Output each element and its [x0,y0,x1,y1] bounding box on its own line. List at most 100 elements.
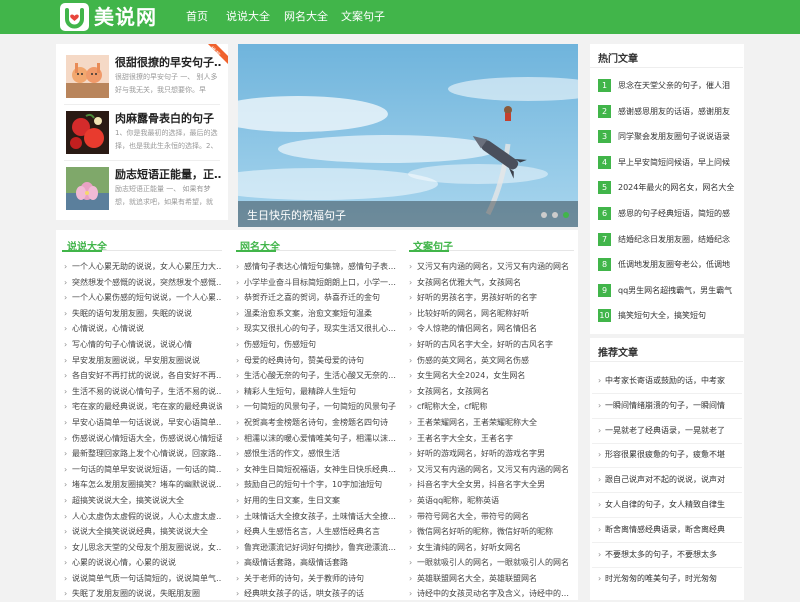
list-item[interactable]: › 抖音名字大全女男，抖音名字大全男 [409,477,574,493]
hot-item[interactable]: 6 感恩的句子经典短语，简短的感 [598,206,740,222]
list-item[interactable]: › 宅在家的最经典说说，宅在家的最经典说说 [64,399,222,415]
list-item[interactable]: › 温柔治愈系文案，治愈文案短句温柔 [236,306,396,322]
list-item[interactable]: › 失眠的语句发朋友圈，失眠的说说 [64,306,222,322]
list-item[interactable]: › 伤感说说心情短语大全，伤感说说心情短语 [64,431,222,447]
hot-item[interactable]: 10 搞笑短句大全，搞笑短句 [598,308,740,324]
list-item[interactable]: › 土味情话大全撩女孩子，土味情话大全撩… [236,509,396,525]
hot-item[interactable]: 9 qq男生网名超拽霸气，男生霸气 [598,283,740,299]
list-item[interactable]: › 精彩人生短句，最精辟人生短句 [236,384,396,400]
list-item[interactable]: › 一眼就吸引人的网名，一眼就吸引人的网名 [409,555,574,571]
nav-home[interactable]: 首页 [186,0,208,34]
recommend-item[interactable]: › 形容很累很疲惫的句子，疲惫不堪 [598,448,740,462]
recommend-item[interactable]: › 断舍离情感经典语录，断舍离经典 [598,523,740,537]
list-item[interactable]: › 又污又有内涵的网名，又污又有内涵的网名 [409,259,574,275]
recommend-item[interactable]: › 不要想太多的句子，不要想太多 [598,548,740,562]
list-item[interactable]: › 鲁宾逊漂流记好词好句摘抄，鲁宾逊漂流… [236,540,396,556]
list-item[interactable]: › 好听的古风名字大全，好听的古风名字 [409,337,574,353]
list-item-text: 早安发朋友圈说说，早安朋友圈说说 [72,355,200,365]
list-item[interactable]: › 祝贺高考金榜题名诗句，金榜题名四句诗 [236,415,396,431]
list-item[interactable]: › 女生清纯的网名，好听女网名 [409,540,574,556]
recommend-item[interactable]: › 一晃就老了经典语录，一晃就老了 [598,424,740,438]
bullet-icon: › [409,558,413,568]
featured-title: 很甜很撩的早安句子… [115,56,221,69]
list-item[interactable]: › 王者名字大全女，王者名字 [409,431,574,447]
list-item[interactable]: › 女孩网名优雅大气，女孩网名 [409,275,574,291]
list-item[interactable]: › 女儿思念天堂的父母友个朋友圈说说，女… [64,540,222,556]
list-item[interactable]: › cf昵称大全，cf昵称 [409,399,574,415]
featured-item[interactable]: 励志短语正能量，正… 励志短语正能量 一、 如果有梦想，就追求吧，如果有希望，就… [60,167,224,225]
hot-item[interactable]: 7 结婚纪念日发朋友圈，结婚纪念 [598,232,740,248]
list-item[interactable]: › 突然想发个感慨的说说，突然想发个感慨… [64,275,222,291]
list-item[interactable]: › 高级情话套路，高级情话套路 [236,555,396,571]
recommend-item[interactable]: › 中考家长寄语或鼓励的话，中考家 [598,374,740,388]
nav-wenan[interactable]: 文案句子 [341,0,385,34]
list-item[interactable]: › 超搞笑说说大全，搞笑说说大全 [64,493,222,509]
recommend-item[interactable]: › 跟自己说声对不起的说说，说声对 [598,473,740,487]
list-item[interactable]: › 心情说说，心情说说 [64,321,222,337]
list-item[interactable]: › 感情句子表达心情短句集锦，感情句子表… [236,259,396,275]
list-item[interactable]: › 比较好听的网名，网名昵称好听 [409,306,574,322]
list-item[interactable]: › 关于老师的诗句，关于教师的诗句 [236,571,396,587]
hot-item[interactable]: 2 感谢感恩朋友的话语，感谢朋友 [598,104,740,120]
slider-dot-active[interactable] [563,212,569,218]
recommend-item-text: 一瞬间情绪崩溃的句子，一瞬间情 [605,400,725,410]
banner-slider[interactable]: 生日快乐的祝福句子 [238,44,578,227]
list-item[interactable]: › 早安发朋友圈说说，早安朋友圈说说 [64,353,222,369]
list-item[interactable]: › 各自安好不再打扰的说说，各自安好不再… [64,368,222,384]
list-item[interactable]: › 又污又有内涵的网名，又污又有内涵的网名 [409,462,574,478]
list-item[interactable]: › 一个人心累伤感的短句说说，一个人心累… [64,290,222,306]
list-item[interactable]: › 恭贺乔迁之喜的贺词，恭喜乔迁的金句 [236,290,396,306]
hot-item[interactable]: 5 2024年最火的网名女，网名大全 [598,180,740,196]
list-item[interactable]: › 一句简短的风景句子，一句简短的风景句子 [236,399,396,415]
list-item[interactable]: › 堵车怎么发朋友圈搞笑？堵车的幽默说说… [64,477,222,493]
list-item-text: 抖音名字大全女男，抖音名字大全男 [417,480,545,490]
list-item[interactable]: › 生活不易的说说心情句子，生活不易的说… [64,384,222,400]
list-item[interactable]: › 经典人生感悟名言，人生感悟经典名言 [236,524,396,540]
list-item[interactable]: › 母爱的经典诗句，赞美母爱的诗句 [236,353,396,369]
list-item[interactable]: › 感恨生活的作文，感恨生活 [236,446,396,462]
hot-item[interactable]: 4 早上早安简短问候语，早上问候 [598,155,740,171]
hot-item[interactable]: 1 思念在天堂父亲的句子，催人泪 [598,78,740,94]
list-item[interactable]: › 鼓励自己的短句十个字，10字加油短句 [236,477,396,493]
list-item[interactable]: › 写心情的句子心情说说，说说心情 [64,337,222,353]
list-item[interactable]: › 伤感的英文网名，英文网名伤感 [409,353,574,369]
list-item[interactable]: › 女孩网名，女孩网名 [409,384,574,400]
nav-wangming[interactable]: 网名大全 [284,0,328,34]
list-item[interactable]: › 人心太虚伪太虚假的说说，人心太虚太虚… [64,509,222,525]
list-item[interactable]: › 好用的生日文案，生日文案 [236,493,396,509]
recommend-item[interactable]: › 女人自律的句子，女人精致自律生 [598,498,740,512]
list-item-text: 生活心酸无奈的句子，生活心酸又无奈的… [244,371,396,381]
list-item[interactable]: › 早安心语简单一句话说说，早安心语简单… [64,415,222,431]
list-item[interactable]: › 王者荣耀网名，王者荣耀昵称大全 [409,415,574,431]
recommend-item-text: 不要想太多的句子，不要想太多 [605,549,717,559]
list-item-text: 人心太虚伪太虚假的说说，人心太虚太虚… [72,511,222,521]
list-item[interactable]: › 一句话的简单早安说说短语，一句话的简… [64,462,222,478]
list-item[interactable]: › 小学毕业奋斗目标简短朗朗上口，小学一… [236,275,396,291]
slider-dot[interactable] [552,212,558,218]
list-item[interactable]: › 伤感短句，伤感短句 [236,337,396,353]
hot-item[interactable]: 8 低调地发朋友圈夸老公，低调地 [598,257,740,273]
list-item[interactable]: › 英雄联盟网名大全，英雄联盟网名 [409,571,574,587]
list-item[interactable]: › 最新整理回家路上发个心情说说，回家路… [64,446,222,462]
list-item[interactable]: › 令人惊艳的情侣网名，网名情侣名 [409,321,574,337]
recommend-item[interactable]: › 时光匆匆的唯美句子，时光匆匆 [598,572,740,586]
hot-item[interactable]: 3 同学聚会发朋友圈句子说说语录 [598,129,740,145]
list-item[interactable]: › 女生网名大全2024，女生网名 [409,368,574,384]
list-item[interactable]: › 一个人心累无助的说说，女人心累压力大… [64,259,222,275]
list-item[interactable]: › 好听的男孩名字，男孩好听的名字 [409,290,574,306]
list-item[interactable]: › 女神生日简短祝福语，女神生日快乐经典… [236,462,396,478]
list-item[interactable]: › 微信网名好听的昵称，微信好听的昵称 [409,524,574,540]
recommend-item[interactable]: › 一瞬间情绪崩溃的句子，一瞬间情 [598,399,740,413]
list-item[interactable]: › 好听的游戏网名，好听的游戏名字男 [409,446,574,462]
list-item[interactable]: › 相濡以沫的暖心爱情唯美句子，相濡以沫… [236,431,396,447]
list-item[interactable]: › 心累的说说心情，心累的说说 [64,555,222,571]
list-item[interactable]: › 生活心酸无奈的句子，生活心酸又无奈的… [236,368,396,384]
list-item[interactable]: › 说说大全搞笑说说经典，搞笑说说大全 [64,524,222,540]
list-item[interactable]: › 说说简单气质一句话简短的，说说简单气… [64,571,222,587]
list-item[interactable]: › 英语qq昵称，昵称英语 [409,493,574,509]
site-logo[interactable]: 美说网 [60,3,168,31]
slider-dot[interactable] [541,212,547,218]
list-item[interactable]: › 带符号网名大全，带符号的网名 [409,509,574,525]
nav-shuoshuo[interactable]: 说说大全 [226,0,270,34]
list-item[interactable]: › 现实又很扎心的句子，现实生活又很扎心… [236,321,396,337]
